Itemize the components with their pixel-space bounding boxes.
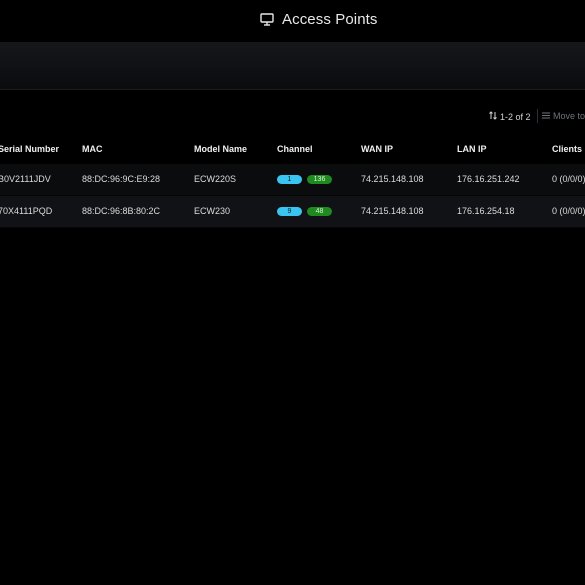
- column-header-channel[interactable]: Channel: [277, 144, 313, 154]
- table-header-row: Serial Number MAC Model Name Channel WAN…: [0, 138, 585, 160]
- list-icon: [542, 111, 550, 121]
- page-title-group: Access Points: [260, 11, 378, 28]
- top-bar: Access Points: [0, 0, 585, 42]
- app-root: Access Points 1-2 of 2 Move to Serial Nu…: [0, 0, 585, 585]
- pagination-info[interactable]: 1-2 of 2: [489, 111, 531, 122]
- cell-model-name: ECW220S: [194, 174, 237, 184]
- cell-channel: 1 136: [277, 174, 332, 185]
- access-points-table: Serial Number MAC Model Name Channel WAN…: [0, 138, 585, 228]
- table-row[interactable]: B0V2111JDV 88:DC:96:9C:E9:28 ECW220S 1 13…: [0, 164, 585, 196]
- cell-clients: 0 (0/0/0): [552, 174, 585, 184]
- cell-mac: 88:DC:96:8B:80:2C: [82, 206, 161, 216]
- column-header-model-name[interactable]: Model Name: [194, 144, 247, 154]
- sub-header-bar: [0, 42, 585, 90]
- channel-5ghz-badge: 48: [307, 207, 332, 217]
- column-header-lan-ip[interactable]: LAN IP: [457, 144, 487, 154]
- column-header-mac[interactable]: MAC: [82, 144, 103, 154]
- cell-mac: 88:DC:96:9C:E9:28: [82, 174, 161, 184]
- monitor-icon: [260, 13, 274, 26]
- table-row[interactable]: 70X4111PQD 88:DC:96:8B:80:2C ECW230 9 48 …: [0, 196, 585, 228]
- table-toolbar: 1-2 of 2 Move to: [0, 109, 585, 125]
- channel-5ghz-badge: 136: [307, 175, 332, 185]
- sort-arrows-icon: [489, 111, 497, 122]
- column-header-wan-ip[interactable]: WAN IP: [361, 144, 393, 154]
- cell-lan-ip: 176.16.254.18: [457, 206, 515, 216]
- page-title: Access Points: [282, 11, 378, 28]
- cell-lan-ip: 176.16.251.242: [457, 174, 520, 184]
- move-to-label: Move to: [553, 111, 585, 121]
- move-to-button[interactable]: Move to: [542, 111, 585, 121]
- column-header-serial-number[interactable]: Serial Number: [0, 144, 59, 154]
- toolbar-divider: [537, 109, 538, 123]
- cell-wan-ip: 74.215.148.108: [361, 206, 424, 216]
- cell-wan-ip: 74.215.148.108: [361, 174, 424, 184]
- column-header-clients[interactable]: Clients: [552, 144, 582, 154]
- cell-model-name: ECW230: [194, 206, 231, 216]
- cell-serial-number: 70X4111PQD: [0, 206, 53, 216]
- cell-clients: 0 (0/0/0): [552, 206, 585, 216]
- cell-serial-number: B0V2111JDV: [0, 174, 51, 184]
- channel-24ghz-badge: 9: [277, 207, 302, 217]
- channel-24ghz-badge: 1: [277, 175, 302, 185]
- pagination-text: 1-2 of 2: [500, 111, 531, 122]
- cell-channel: 9 48: [277, 206, 332, 217]
